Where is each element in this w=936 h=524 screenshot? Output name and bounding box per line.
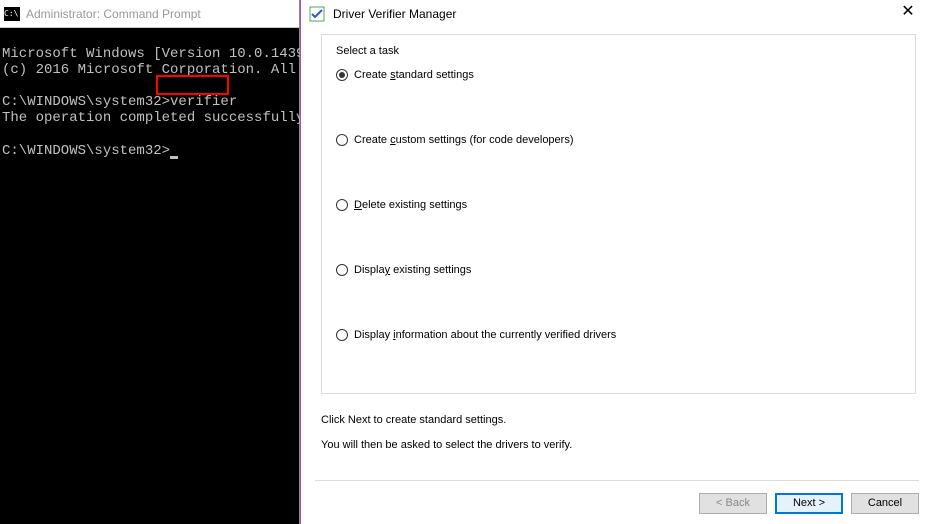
cmd-body[interactable]: Microsoft Windows [Version 10.0.14393] (… bbox=[0, 28, 299, 193]
radio-label: Delete existing settings bbox=[354, 199, 467, 211]
button-bar: < Back Next > Cancel bbox=[315, 480, 919, 514]
hint-text: Click Next to create standard settings. … bbox=[321, 408, 916, 459]
cmd-line: C:\WINDOWS\system32> bbox=[2, 143, 170, 159]
radio-label: Create standard settings bbox=[354, 69, 474, 81]
radio-icon bbox=[336, 199, 348, 211]
radio-label: Display information about the currently … bbox=[354, 329, 616, 341]
verifier-dialog: Driver Verifier Manager ✕ Select a task … bbox=[300, 0, 936, 524]
radio-label: Create custom settings (for code develop… bbox=[354, 134, 574, 146]
dialog-title: Driver Verifier Manager bbox=[333, 7, 888, 21]
cmd-window: C:\. Administrator: Command Prompt Micro… bbox=[0, 0, 300, 524]
close-button[interactable]: ✕ bbox=[888, 0, 928, 28]
radio-delete-settings[interactable]: Delete existing settings bbox=[336, 199, 901, 211]
cmd-icon: C:\. bbox=[4, 7, 20, 21]
radio-custom-settings[interactable]: Create custom settings (for code develop… bbox=[336, 134, 901, 146]
radio-display-settings[interactable]: Display existing settings bbox=[336, 264, 901, 276]
radio-icon bbox=[336, 134, 348, 146]
radio-icon bbox=[336, 329, 348, 341]
cmd-line: Microsoft Windows [Version 10.0.14393] bbox=[2, 46, 321, 62]
radio-label: Display existing settings bbox=[354, 264, 471, 276]
radio-icon bbox=[336, 264, 348, 276]
dialog-titlebar: Driver Verifier Manager ✕ bbox=[301, 0, 936, 28]
back-button: < Back bbox=[699, 493, 767, 514]
cmd-cursor bbox=[170, 156, 178, 159]
radio-group: Create standard settings Create custom s… bbox=[336, 69, 901, 341]
radio-display-info[interactable]: Display information about the currently … bbox=[336, 329, 901, 341]
radio-standard-settings[interactable]: Create standard settings bbox=[336, 69, 901, 81]
cmd-title: Administrator: Command Prompt bbox=[26, 7, 201, 21]
cmd-line: (c) 2016 Microsoft Corporation. All ri bbox=[2, 62, 321, 78]
cmd-line: C:\WINDOWS\system32>verifier bbox=[2, 94, 237, 110]
hint-line: Click Next to create standard settings. bbox=[321, 408, 916, 433]
task-panel: Select a task Create standard settings C… bbox=[321, 34, 916, 394]
cmd-line: The operation completed successfully. bbox=[2, 110, 313, 126]
cmd-titlebar: C:\. Administrator: Command Prompt bbox=[0, 0, 299, 28]
task-label: Select a task bbox=[336, 45, 901, 57]
verifier-icon bbox=[309, 6, 325, 22]
next-button[interactable]: Next > bbox=[775, 493, 843, 514]
dialog-content: Select a task Create standard settings C… bbox=[301, 28, 936, 459]
cancel-button[interactable]: Cancel bbox=[851, 493, 919, 514]
hint-line: You will then be asked to select the dri… bbox=[321, 433, 916, 458]
radio-icon bbox=[336, 69, 348, 81]
